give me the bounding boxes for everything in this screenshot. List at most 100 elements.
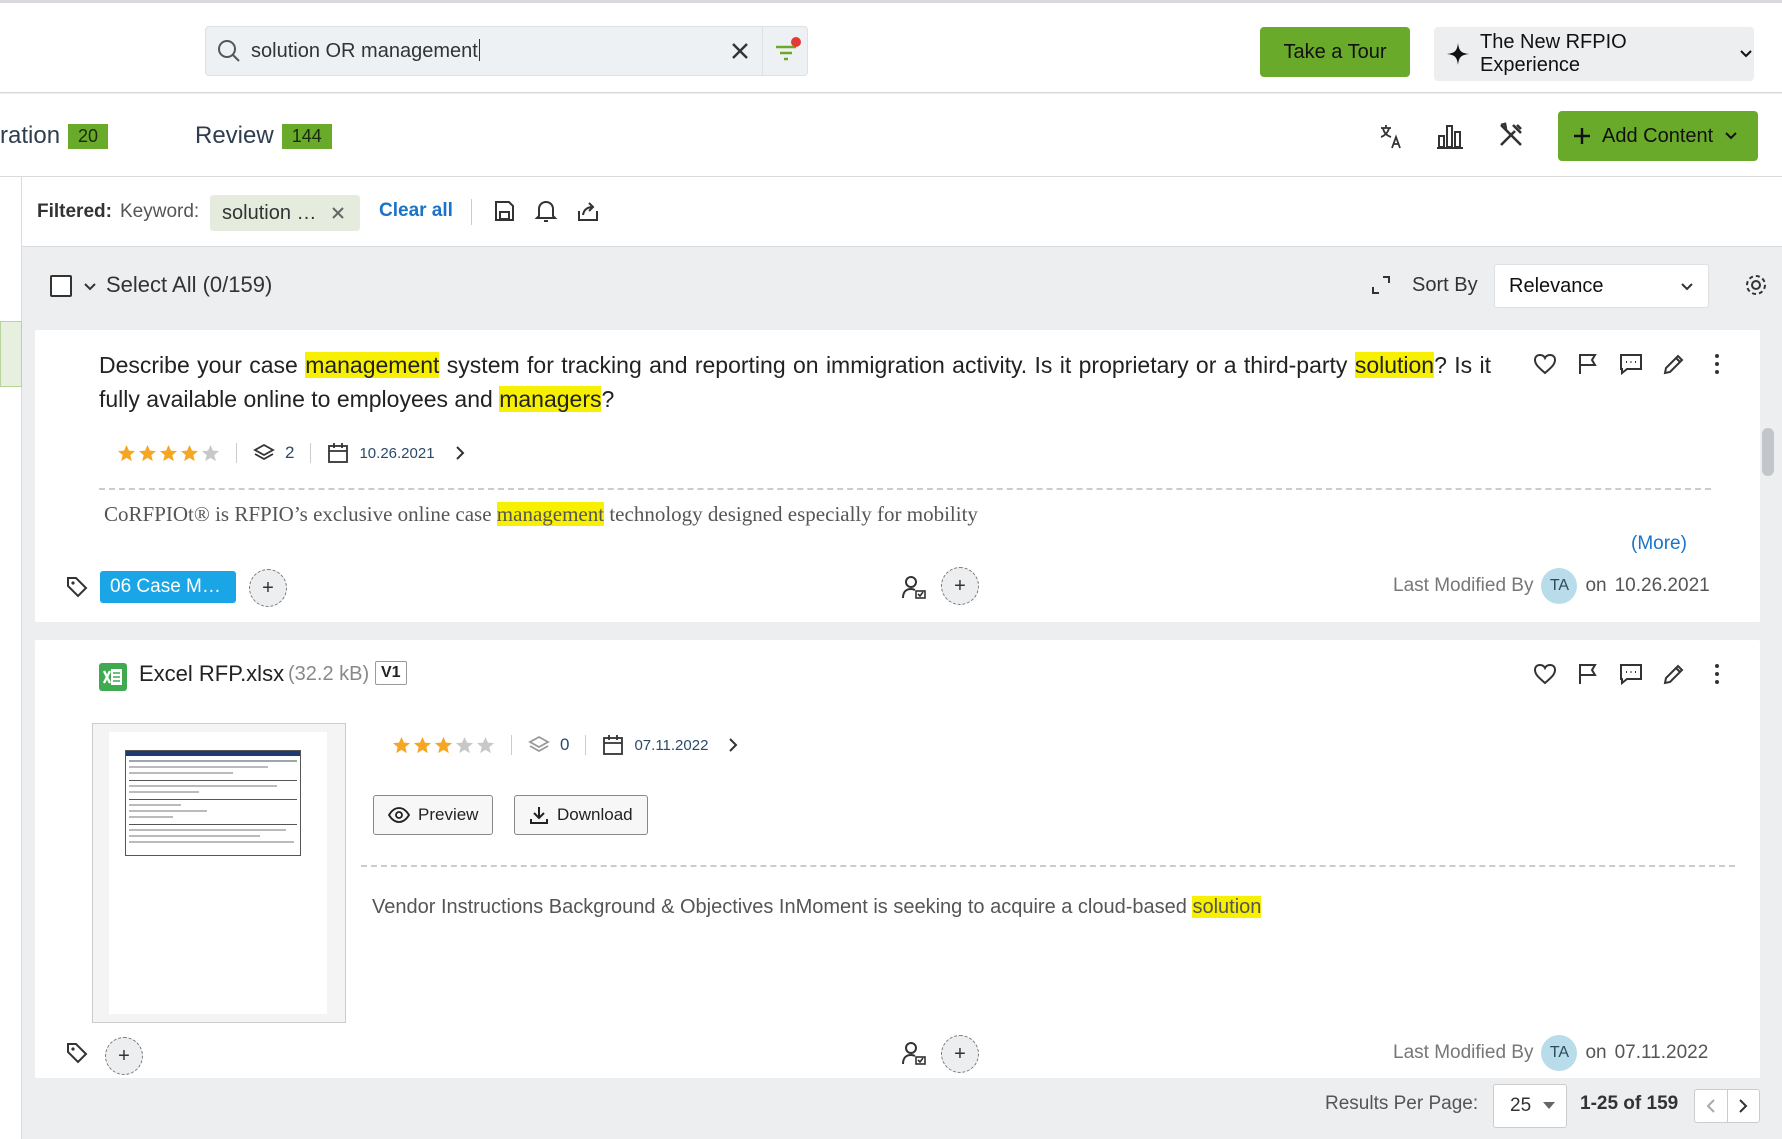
experience-dropdown[interactable]: The New RFPIO Experience: [1434, 27, 1754, 81]
more-link[interactable]: (More): [1631, 533, 1687, 555]
star-icon[interactable]: [434, 736, 453, 755]
download-label: Download: [557, 805, 633, 824]
bell-icon[interactable]: [534, 198, 558, 224]
tab-label: ration: [0, 122, 61, 149]
scrollbar-thumb[interactable]: [1762, 428, 1774, 476]
preview-label: Preview: [418, 805, 479, 824]
per-page-select[interactable]: 25: [1493, 1084, 1567, 1128]
chevron-down-icon[interactable]: [82, 279, 98, 295]
results-range: 1-25 of 159: [1580, 1093, 1679, 1114]
card-actions: [1533, 662, 1729, 686]
star-icon[interactable]: [138, 444, 157, 463]
star-rating[interactable]: [117, 444, 220, 463]
prev-page-button[interactable]: [1695, 1090, 1728, 1122]
star-icon[interactable]: [392, 736, 411, 755]
avatar[interactable]: TA: [1541, 568, 1578, 604]
last-modified-label: Last Modified By: [1393, 575, 1534, 596]
star-icon[interactable]: [476, 736, 495, 755]
preview-button[interactable]: Preview: [373, 795, 494, 835]
tab-moderation[interactable]: ration 20: [0, 122, 109, 150]
avatar[interactable]: TA: [1541, 1035, 1578, 1071]
keyword-chip-text: solution …: [222, 201, 317, 224]
top-bar: solution OR management Take a Tour The N…: [0, 0, 1782, 93]
versions-count[interactable]: 0: [560, 735, 569, 755]
more-vertical-icon[interactable]: [1705, 352, 1729, 376]
text-segment: ?: [601, 386, 615, 412]
star-icon[interactable]: [117, 444, 136, 463]
heart-icon[interactable]: [1533, 352, 1557, 376]
separator: [361, 865, 1735, 867]
more-vertical-icon[interactable]: [1705, 662, 1729, 686]
last-modified: Last Modified By TA on 07.11.2022: [1393, 1035, 1708, 1071]
star-icon[interactable]: [201, 444, 220, 463]
separator: [99, 488, 1711, 490]
star-rating[interactable]: [392, 736, 495, 755]
chevron-right-icon[interactable]: [453, 445, 467, 461]
assign-user-icon[interactable]: [901, 574, 927, 600]
search-input[interactable]: solution OR management: [251, 39, 480, 63]
select-all-checkbox[interactable]: [50, 275, 72, 297]
save-icon[interactable]: [492, 199, 516, 223]
tools-icon[interactable]: [1497, 121, 1525, 149]
chevron-right-icon[interactable]: [726, 737, 740, 753]
excel-file-icon: [98, 662, 128, 692]
pagination-bar: Results Per Page: 25 1-25 of 159: [22, 1078, 1782, 1139]
file-thumbnail[interactable]: [92, 723, 346, 1023]
divider: [471, 199, 472, 225]
answer-text[interactable]: Vendor Instructions Background & Objecti…: [372, 896, 1262, 919]
star-icon[interactable]: [180, 444, 199, 463]
add-assignee-button[interactable]: +: [941, 567, 979, 605]
sort-value: Relevance: [1509, 274, 1604, 297]
tab-review[interactable]: Review 144: [195, 122, 332, 150]
add-tag-button[interactable]: +: [249, 569, 287, 607]
highlight: managers: [499, 386, 602, 412]
text-segment: system for tracking and reporting on imm…: [439, 352, 1355, 378]
bar-chart-icon[interactable]: [1436, 122, 1464, 150]
star-icon[interactable]: [159, 444, 178, 463]
remove-chip-icon[interactable]: [331, 206, 345, 220]
file-name[interactable]: Excel RFP.xlsx: [139, 661, 284, 687]
versions-count[interactable]: 2: [285, 443, 294, 463]
answer-text[interactable]: CoRFPIOt® is RFPIO’s exclusive online ca…: [104, 502, 978, 527]
divider: [762, 27, 763, 75]
edit-pencil-icon[interactable]: [1662, 662, 1686, 686]
share-icon[interactable]: [576, 198, 600, 224]
filter-icon[interactable]: [772, 37, 802, 65]
question-text[interactable]: Describe your case management system for…: [99, 348, 1491, 416]
flag-icon[interactable]: [1576, 662, 1600, 686]
next-page-button[interactable]: [1728, 1090, 1760, 1122]
tag-icon: [65, 575, 89, 599]
content-card[interactable]: Excel RFP.xlsx (32.2 kB) V1 0 07.11.2022…: [35, 640, 1760, 1078]
content-card[interactable]: Describe your case management system for…: [35, 330, 1760, 622]
add-assignee-button[interactable]: +: [941, 1035, 979, 1073]
star-icon[interactable]: [455, 736, 474, 755]
text-segment: technology designed especially for mobil…: [604, 502, 978, 526]
clear-search-icon[interactable]: [729, 40, 751, 62]
add-content-button[interactable]: Add Content: [1558, 111, 1758, 161]
highlight: management: [305, 352, 440, 378]
keyword-chip[interactable]: solution …: [210, 195, 360, 231]
tag-chip[interactable]: 06 Case M…: [100, 571, 236, 603]
comment-icon[interactable]: [1619, 352, 1643, 376]
comment-icon[interactable]: [1619, 662, 1643, 686]
sort-by-label: Sort By: [1412, 274, 1478, 296]
highlight: solution: [1354, 352, 1435, 378]
translate-icon[interactable]: [1378, 122, 1404, 150]
settings-gear-icon[interactable]: [1743, 272, 1769, 298]
per-page-label: Results Per Page:: [1325, 1093, 1479, 1114]
download-button[interactable]: Download: [514, 795, 648, 835]
search-box[interactable]: solution OR management: [205, 26, 808, 76]
take-tour-button[interactable]: Take a Tour: [1260, 27, 1410, 77]
star-icon[interactable]: [413, 736, 432, 755]
edit-pencil-icon[interactable]: [1662, 352, 1686, 376]
sidebar-selected-item[interactable]: [0, 321, 22, 387]
expand-icon[interactable]: [1370, 274, 1392, 296]
assign-user-icon[interactable]: [901, 1040, 927, 1066]
flag-icon[interactable]: [1576, 352, 1600, 376]
heart-icon[interactable]: [1533, 662, 1557, 686]
on-label: on: [1585, 1042, 1607, 1063]
add-tag-button[interactable]: +: [105, 1037, 143, 1075]
clear-all-link[interactable]: Clear all: [379, 200, 453, 222]
sort-select[interactable]: Relevance: [1494, 264, 1709, 308]
left-sidebar-edge[interactable]: [0, 177, 22, 1139]
